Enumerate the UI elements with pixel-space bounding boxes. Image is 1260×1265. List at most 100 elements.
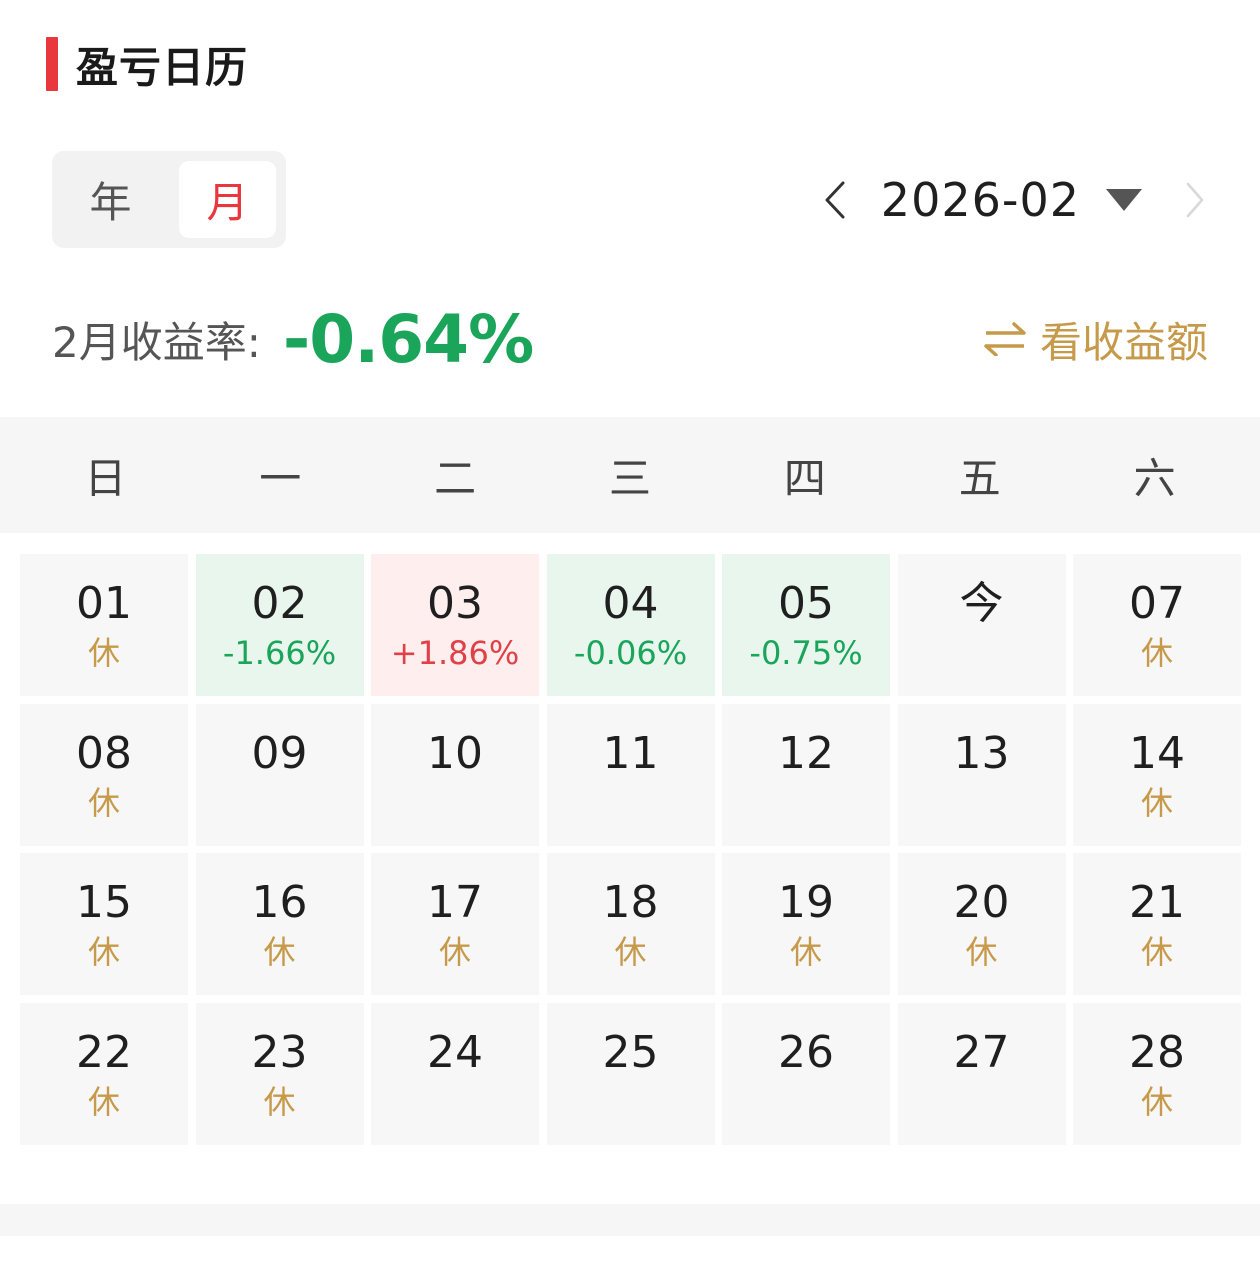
- day-number: 24: [427, 1026, 483, 1078]
- calendar-day-cell[interactable]: 22 休: [20, 1002, 188, 1145]
- calendar-day-cell[interactable]: 03 +1.86%: [371, 554, 539, 696]
- rest-day-label: 休: [87, 783, 120, 822]
- calendar-day-cell[interactable]: 20 休: [897, 853, 1066, 995]
- return-label: 2月收益率:: [52, 317, 261, 367]
- calendar-day-cell[interactable]: 07 休: [1073, 554, 1241, 696]
- calendar-day-cell[interactable]: 02 -1.66%: [195, 554, 364, 696]
- calendar-day-cell[interactable]: 09: [195, 703, 364, 846]
- day-number: 18: [602, 877, 659, 928]
- prev-month-button[interactable]: [815, 160, 855, 240]
- day-number: 16: [251, 877, 308, 928]
- day-return: +1.86%: [390, 634, 520, 672]
- day-number: 05: [778, 578, 834, 629]
- calendar-day-cell[interactable]: 19 休: [722, 853, 890, 995]
- weekday-header: 日 一 二 三 四 五 六: [0, 417, 1260, 533]
- calendar-day-cell[interactable]: 05 -0.75%: [722, 554, 890, 696]
- bottom-divider: [0, 1204, 1260, 1236]
- calendar-day-cell[interactable]: 今: [897, 554, 1066, 696]
- swap-arrows-icon: [984, 322, 1026, 356]
- weekday-label: 二: [434, 453, 477, 503]
- day-return: -0.06%: [573, 634, 688, 672]
- calendar-day-cell[interactable]: 28 休: [1073, 1002, 1241, 1145]
- calendar-day-cell[interactable]: 18 休: [546, 853, 715, 995]
- period-toggle: 年 月: [52, 151, 286, 248]
- month-dropdown-button[interactable]: [1102, 160, 1146, 240]
- return-value: -0.64%: [282, 300, 534, 378]
- day-number: 03: [427, 578, 483, 629]
- calendar-day-cell[interactable]: 08 休: [20, 703, 188, 846]
- day-number: 19: [778, 877, 834, 928]
- calendar-grid: 01 休 02 -1.66% 03 +1.86% 04 -0.06% 05 -0.75% 今 07 休 0…: [20, 554, 1241, 1145]
- weekday-label: 日: [84, 453, 127, 503]
- day-number: 12: [778, 727, 834, 779]
- day-number: 07: [1129, 578, 1185, 629]
- weekday-label: 一: [259, 453, 302, 503]
- calendar-day-cell[interactable]: 13: [897, 703, 1066, 846]
- day-number: 01: [76, 578, 132, 629]
- rest-day-label: 休: [789, 933, 822, 971]
- day-number: 26: [778, 1026, 834, 1078]
- day-number: 20: [953, 877, 1010, 928]
- calendar-day-cell[interactable]: 15 休: [20, 853, 188, 995]
- rest-day-label: 休: [1140, 783, 1173, 822]
- day-number: 11: [602, 727, 659, 779]
- calendar-day-cell[interactable]: 26: [722, 1002, 890, 1145]
- calendar-day-cell[interactable]: 21 休: [1073, 853, 1241, 995]
- rest-day-label: 休: [263, 1082, 296, 1121]
- calendar-day-cell[interactable]: 12: [722, 703, 890, 846]
- calendar-day-cell[interactable]: 11: [546, 703, 715, 846]
- weekday-label: 四: [783, 453, 826, 503]
- day-number: 10: [427, 727, 483, 779]
- day-number: 04: [602, 578, 659, 629]
- current-month[interactable]: 2026-02: [881, 173, 1080, 227]
- next-month-button[interactable]: [1180, 160, 1210, 240]
- rest-day-label: 休: [438, 933, 471, 971]
- day-number: 22: [76, 1026, 132, 1078]
- day-number: 15: [76, 877, 132, 928]
- calendar-day-cell[interactable]: 24: [371, 1002, 539, 1145]
- calendar-day-cell[interactable]: 14 休: [1073, 703, 1241, 846]
- rest-day-label: 休: [614, 933, 647, 971]
- calendar-day-cell[interactable]: 27: [897, 1002, 1066, 1145]
- calendar-day-cell[interactable]: 16 休: [195, 853, 364, 995]
- day-number: 17: [427, 877, 483, 928]
- rest-day-label: 休: [87, 634, 120, 672]
- rest-day-label: 休: [87, 1082, 120, 1121]
- day-number: 25: [602, 1026, 659, 1078]
- weekday-label: 六: [1133, 453, 1176, 503]
- rest-day-label: 休: [263, 933, 296, 971]
- caret-down-icon: [1106, 189, 1142, 211]
- day-number: 14: [1129, 727, 1185, 779]
- weekday-label: 三: [609, 453, 652, 503]
- calendar-day-cell[interactable]: 01 休: [20, 554, 188, 696]
- weekday-label: 五: [958, 453, 1001, 503]
- rest-day-label: 休: [1140, 933, 1173, 971]
- day-number: 27: [953, 1026, 1010, 1078]
- header-accent-bar: [46, 37, 58, 91]
- rest-day-label: 休: [1140, 1082, 1173, 1121]
- day-number: 21: [1129, 877, 1185, 928]
- monthly-return-row: 2月收益率: -0.64% 看收益额: [52, 298, 1208, 380]
- day-number: 23: [251, 1026, 308, 1078]
- day-number: 09: [251, 727, 308, 779]
- toggle-year-button[interactable]: 年: [62, 161, 159, 238]
- chevron-left-icon: [825, 181, 845, 219]
- calendar-day-cell[interactable]: 17 休: [371, 853, 539, 995]
- day-number: 08: [76, 727, 132, 779]
- calendar-day-cell[interactable]: 25: [546, 1002, 715, 1145]
- day-return: -0.75%: [749, 634, 863, 672]
- toggle-month-button[interactable]: 月: [179, 161, 276, 238]
- section-header: 盈亏日历: [46, 36, 248, 92]
- calendar-day-cell[interactable]: 23 休: [195, 1002, 364, 1145]
- page-title: 盈亏日历: [76, 42, 249, 92]
- chevron-right-icon: [1186, 182, 1204, 218]
- calendar-day-cell[interactable]: 04 -0.06%: [546, 554, 715, 696]
- view-amount-button[interactable]: 看收益额: [984, 309, 1208, 370]
- day-number: 02: [251, 578, 308, 629]
- day-return: -1.66%: [222, 634, 337, 672]
- calendar-day-cell[interactable]: 10: [371, 703, 539, 846]
- month-navigator: 2026-02: [815, 160, 1210, 240]
- rest-day-label: 休: [1140, 634, 1173, 672]
- day-number: 13: [953, 727, 1010, 779]
- view-amount-label: 看收益额: [1039, 317, 1208, 367]
